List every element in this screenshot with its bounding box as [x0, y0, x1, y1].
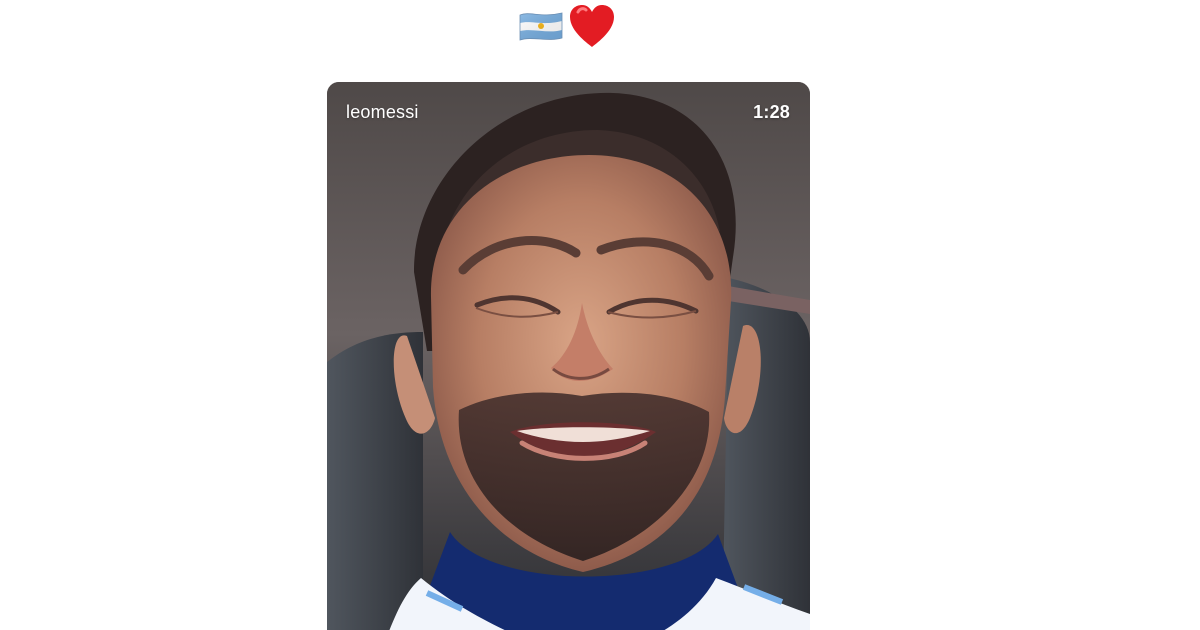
video-play-area[interactable]: [327, 82, 810, 630]
argentina-flag-icon: [519, 11, 563, 41]
video-thumbnail[interactable]: leomessi 1:28: [327, 82, 810, 630]
red-heart-icon: [570, 5, 614, 47]
video-username[interactable]: leomessi: [346, 102, 419, 123]
post-page: leomessi 1:28: [0, 0, 1200, 630]
post-caption: [513, 0, 623, 52]
video-duration: 1:28: [753, 102, 790, 122]
